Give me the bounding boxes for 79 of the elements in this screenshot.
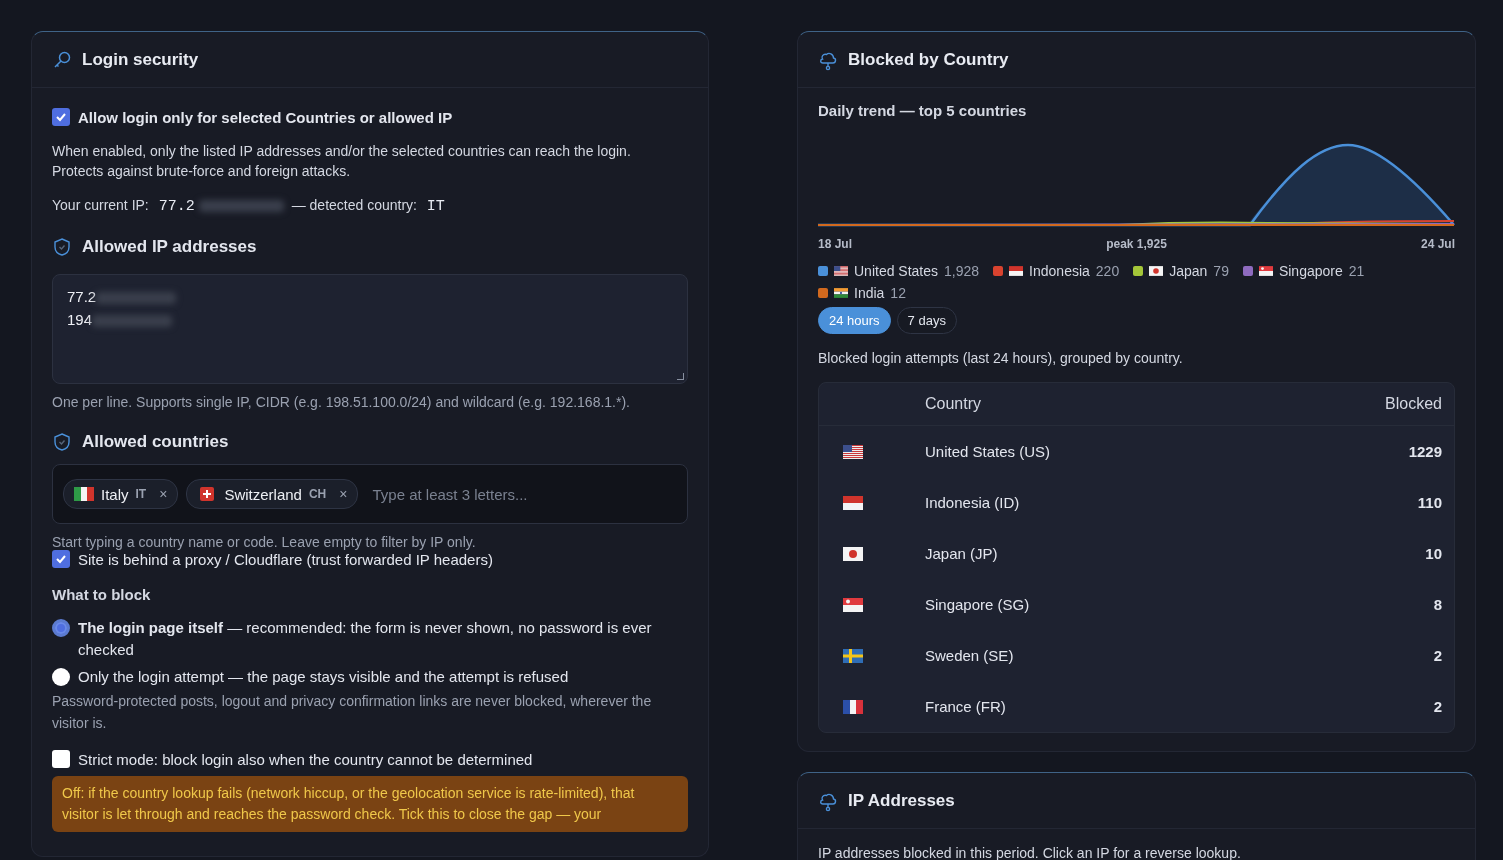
legend-label: Indonesia [1029,263,1090,279]
current-ip-text: Your current IP: 77.2 — detected country: IT [52,197,446,215]
legend-count: 220 [1095,263,1120,279]
flag-icon [1149,266,1164,276]
hint-text: One per line. Supports single IP, CIDR (e.g. 198.51.100.0/24) and wildcard (e.g. 192.168.1.*). [52,394,631,410]
flag-icon [843,699,863,714]
card-title: Login security [82,49,199,70]
flag-icon [843,648,863,663]
count-cell-text: 10 [1424,544,1443,564]
tag-label: Switzerland [224,485,302,503]
legend-label: United States [854,263,939,279]
flag-icon [1258,266,1273,276]
flag-icon [843,495,863,510]
legend-label: Japan [1169,263,1208,279]
radio-button[interactable] [52,668,70,686]
section-heading: What to block [52,586,152,603]
radio-button[interactable] [52,619,70,637]
card-title: IP Addresses [848,790,955,811]
legend-count: 12 [890,285,906,301]
country-cell-text: Sweden (SE) [924,646,1015,666]
checkbox-label: Allow login only for selected Countries or allowed IP [78,108,453,126]
country-search-input[interactable]: Type at least 3 letters... [370,484,677,504]
legend-count: 79 [1213,263,1229,279]
remove-button[interactable]: × [339,486,348,502]
axis-label: 24 Jul [1420,237,1455,251]
flag-icon [843,444,863,459]
section-heading: Allowed IP addresses [82,237,257,257]
tag-label: Italy [101,485,129,503]
checkbox[interactable] [52,750,70,768]
checkbox-label: Site is behind a proxy / Cloudflare (trust forwarded IP headers) [78,550,493,568]
check-icon [55,111,67,123]
axis-label: peak 1,925 [1106,237,1167,251]
column-header: Country [924,383,1266,426]
flag-icon [843,597,863,612]
range-toggle[interactable]: 7 days [896,307,957,334]
country-picker-field[interactable]: Italy IT × Switzerland CH × Type at least 3 letters... [52,464,688,524]
country-cell-text: Indonesia (ID) [924,493,1021,513]
note-text: Password-protected posts, logout and privacy confirmation links are never blocked, wherever the visitor is. [52,692,653,733]
check-icon [55,553,67,565]
country-cell-text: United States (US) [924,442,1052,462]
radio-label: The login page itself — recommended: the form is never shown, no password is ever checked [78,618,653,660]
country-cell-text: France (FR) [924,697,1007,717]
section-heading: Allowed countries [82,432,229,452]
flag-icon [74,487,94,501]
ip-list-field[interactable]: 77.2 194 [52,274,688,384]
legend-count: 21 [1348,263,1365,279]
legend-label: Singapore [1278,263,1343,279]
axis-label: 18 Jul [818,237,853,251]
flag-icon [834,288,848,298]
description-text: Blocked login attempts (last 24 hours), grouped by country. [818,350,1184,366]
checkbox[interactable] [52,550,70,568]
legend-label: India [854,285,885,301]
country-code: CH [308,487,327,501]
column-header: Blocked [1265,383,1454,426]
radio-label: Only the login attempt — the page stays visible and the attempt is refused [78,667,569,687]
count-cell-text: 8 [1432,595,1443,615]
description-text: IP addresses blocked in this period. Click an IP for a reverse lookup. [817,844,1242,860]
shield-icon [52,237,72,257]
card-title: Blocked by Country [848,49,1009,70]
country-code: IT [135,487,147,501]
country-cell-text: Singapore (SG) [924,595,1031,615]
count-cell-text: 2 [1432,697,1443,717]
description-text: When enabled, only the listed IP addresses and/or the selected countries can reach the login. Protects against brute-force and foreign attacks. [52,142,632,181]
warning-banner: Off: if the country lookup fails (network hiccup, or the geolocation service is rate-limited), that visitor is let through and reaches the password check. Tick this to close the gap — your [52,776,688,832]
checkbox-label: Strict mode: block login also when the country cannot be determined [78,750,533,768]
count-cell-text: 1229 [1407,442,1443,462]
shield-icon [52,432,72,452]
count-cell-text: 110 [1416,493,1443,513]
legend-count: 1,928 [944,263,980,279]
count-cell-text: 2 [1432,646,1443,666]
remove-button[interactable]: × [159,486,168,502]
flag-icon [834,266,848,276]
key-icon [52,49,72,70]
checkbox[interactable] [52,108,70,126]
flag-icon [843,546,863,561]
hint-text: Start typing a country name or code. Leave empty to filter by IP only. [52,534,477,550]
chart-title: Daily trend — top 5 countries [818,102,1028,119]
country-cell-text: Japan (JP) [924,544,999,564]
flag-icon [1009,266,1024,276]
